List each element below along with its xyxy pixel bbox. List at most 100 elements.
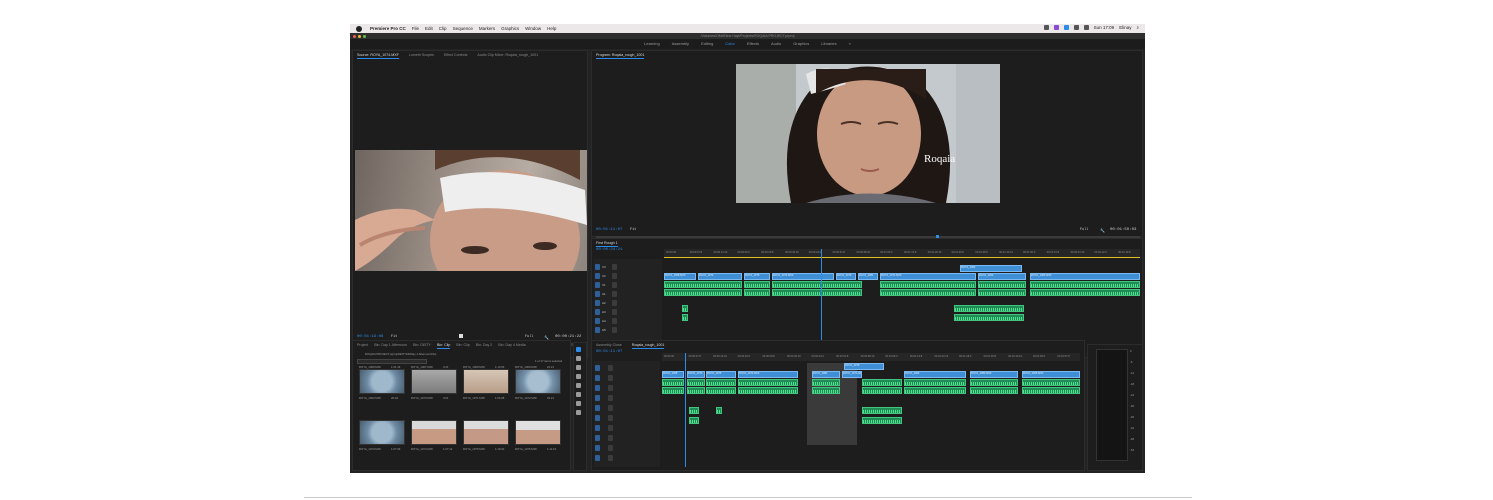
tab-lumetri-scopes[interactable]: Lumetri Scopes <box>409 51 434 59</box>
video-clip[interactable]: ROYA_1072 <box>687 371 705 378</box>
track-toggle-icon[interactable] <box>595 415 600 421</box>
settings-icon[interactable] <box>459 334 463 338</box>
workspace-graphics[interactable]: Graphics <box>793 39 809 49</box>
video-clip[interactable]: ROYA_1083.MXF <box>1030 273 1140 280</box>
track-toggle-icon[interactable] <box>595 318 600 324</box>
track-toggle-icon[interactable] <box>595 327 600 333</box>
workspace-assembly[interactable]: Assembly <box>672 39 689 49</box>
audio-clip[interactable] <box>662 379 684 386</box>
audio-clip[interactable] <box>738 379 798 386</box>
track-target-icon[interactable] <box>612 291 617 297</box>
zoom-window-icon[interactable] <box>363 34 366 38</box>
track-toggle-icon[interactable] <box>595 264 600 270</box>
tab-source[interactable]: Source: ROYA_1074.MXF <box>357 51 399 59</box>
audio-clip[interactable] <box>772 281 862 288</box>
tab-first-rough[interactable]: First Rough 1 <box>596 239 618 247</box>
menu-file[interactable]: File <box>412 26 419 31</box>
track-target-icon[interactable] <box>608 445 613 451</box>
lower-track-area[interactable]: ROYA_1079 ROYA_1068 ROYA_1072 ROYA_1075 ROYA… <box>662 363 1080 467</box>
audio-clip[interactable] <box>1030 289 1140 296</box>
video-clip[interactable]: ROYA_1079 <box>844 363 884 370</box>
audio-clip[interactable] <box>1022 379 1080 386</box>
menu-graphics[interactable]: Graphics <box>501 26 519 31</box>
audio-clip[interactable] <box>662 387 684 394</box>
audio-clip[interactable] <box>970 379 1018 386</box>
track-toggle-icon[interactable] <box>595 375 600 381</box>
audio-clip[interactable] <box>772 289 862 296</box>
track-target-icon[interactable] <box>612 273 617 279</box>
program-fit-select[interactable]: Fit <box>630 228 636 232</box>
video-clip[interactable]: ROYA_1071.MXF <box>842 371 862 378</box>
lower-playhead[interactable] <box>685 353 686 467</box>
track-target-icon[interactable] <box>608 425 613 431</box>
track-target-icon[interactable] <box>608 375 613 381</box>
track-toggle-icon[interactable] <box>595 273 600 279</box>
razor-tool-icon[interactable] <box>576 374 581 379</box>
track-toggle-icon[interactable] <box>595 385 600 391</box>
more-workspaces-icon[interactable]: » <box>849 39 851 49</box>
track-label[interactable]: A1 <box>602 292 606 296</box>
upper-timeline-timecode[interactable]: 00:00:24:21 <box>596 248 622 252</box>
tab-assembly-close[interactable]: Assembly Close <box>596 341 622 349</box>
video-clip[interactable]: ROYA_1068.MXF <box>664 273 696 280</box>
workspace-color[interactable]: Color <box>725 39 735 49</box>
wifi-icon[interactable] <box>1073 25 1079 30</box>
menu-help[interactable]: Help <box>547 26 556 31</box>
workspace-editing[interactable]: Editing <box>701 39 713 49</box>
audio-clip[interactable] <box>682 314 688 321</box>
bin-thumbnail[interactable] <box>359 420 405 445</box>
source-fit-select[interactable]: Fit <box>391 335 397 339</box>
track-toggle-icon[interactable] <box>595 455 600 461</box>
audio-clip[interactable] <box>744 281 770 288</box>
track-target-icon[interactable] <box>612 309 617 315</box>
source-full-select[interactable]: Full <box>525 335 533 339</box>
audio-clip[interactable] <box>978 281 1026 288</box>
audio-clip[interactable] <box>744 289 770 296</box>
ripple-edit-tool-icon[interactable] <box>576 365 581 370</box>
tab-bin-deity[interactable]: Bin: DEITY <box>413 341 431 349</box>
audio-clip[interactable] <box>970 387 1018 394</box>
video-clip[interactable]: ROYA_1083.MXF <box>970 371 1018 378</box>
audio-clip[interactable] <box>862 417 902 424</box>
pen-tool-icon[interactable] <box>576 392 581 397</box>
bin-thumbnail[interactable] <box>463 369 509 394</box>
track-toggle-icon[interactable] <box>595 425 600 431</box>
track-target-icon[interactable] <box>608 365 613 371</box>
track-select-tool-icon[interactable] <box>576 356 581 361</box>
menubar-user[interactable]: Elinay <box>1119 25 1131 30</box>
menu-sequence[interactable]: Sequence <box>453 26 473 31</box>
tab-bin-clip[interactable]: Bin: Clip <box>436 341 451 349</box>
audio-clip[interactable] <box>1030 281 1140 288</box>
tab-project[interactable]: Project <box>357 341 368 349</box>
track-target-icon[interactable] <box>608 435 613 441</box>
track-label[interactable]: V2 <box>602 274 606 278</box>
hand-tool-icon[interactable] <box>576 401 581 406</box>
audio-clip[interactable] <box>978 289 1026 296</box>
video-clip[interactable]: ROYA_1062 <box>904 371 966 378</box>
track-label[interactable]: A2 <box>602 301 606 305</box>
video-clip[interactable]: ROYA_1074.MXF <box>738 371 798 378</box>
track-label[interactable]: A5 <box>602 328 606 332</box>
track-label[interactable]: A3 <box>602 310 606 314</box>
type-tool-icon[interactable] <box>576 410 581 415</box>
audio-clip[interactable] <box>812 387 840 394</box>
audio-clip[interactable] <box>706 387 736 394</box>
audio-clip[interactable] <box>689 417 699 424</box>
track-toggle-icon[interactable] <box>595 365 600 371</box>
wrench-icon[interactable]: 🔧 <box>1100 228 1105 233</box>
apple-icon[interactable] <box>356 25 362 32</box>
track-toggle-icon[interactable] <box>595 435 600 441</box>
audio-clip[interactable] <box>687 387 705 394</box>
source-timecode[interactable]: 00:01:19:08 <box>357 335 383 339</box>
tab-bin-day1[interactable]: Bin: Day 1 Afternoon <box>374 341 407 349</box>
menu-edit[interactable]: Edit <box>425 26 433 31</box>
bin-thumbnail[interactable] <box>515 420 561 445</box>
work-area-bar[interactable] <box>664 257 1140 258</box>
video-clip[interactable]: ROYA_1075 <box>744 273 770 280</box>
video-clip[interactable]: ROYA_1062 <box>978 273 1026 280</box>
menu-markers[interactable]: Markers <box>479 26 495 31</box>
audio-clip[interactable] <box>880 289 976 296</box>
program-full-select[interactable]: Full <box>1080 228 1088 232</box>
audio-clip[interactable] <box>862 379 902 386</box>
track-target-icon[interactable] <box>612 264 617 270</box>
